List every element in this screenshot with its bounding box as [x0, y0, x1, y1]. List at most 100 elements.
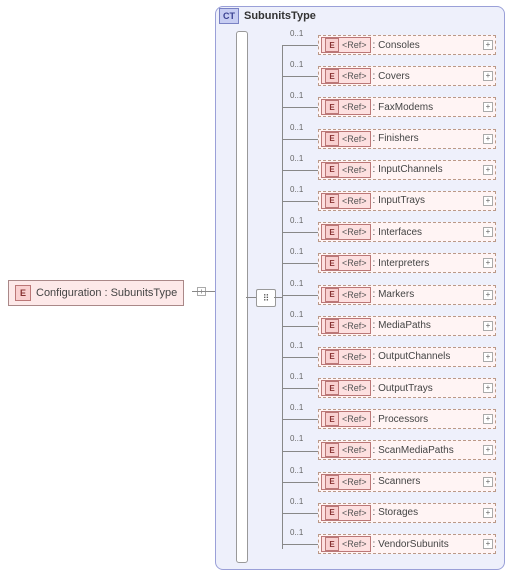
ref-box: E<Ref>	[321, 68, 371, 84]
connector-line	[282, 201, 318, 202]
element-ref-card[interactable]: E<Ref> : Scanners+	[318, 472, 496, 492]
element-ref-card[interactable]: E<Ref> : Covers+	[318, 66, 496, 86]
occurrence-label: 0..1	[290, 154, 303, 163]
expand-icon[interactable]: +	[483, 414, 493, 424]
element-type-name: : Scanners	[373, 476, 421, 487]
children-container: 0..1E<Ref> : Consoles+0..1E<Ref> : Cover…	[312, 29, 502, 559]
element-badge-icon: E	[325, 38, 339, 52]
element-type-name: : Processors	[373, 414, 429, 425]
ref-box: E<Ref>	[321, 505, 371, 521]
ref-box: E<Ref>	[321, 349, 371, 365]
expand-icon[interactable]: +	[483, 40, 493, 50]
connector-line	[246, 297, 256, 298]
element-badge-icon: E	[15, 285, 31, 301]
ref-box: E<Ref>	[321, 99, 371, 115]
element-badge-icon: E	[325, 100, 339, 114]
element-ref-card[interactable]: E<Ref> : Processors+	[318, 409, 496, 429]
element-type-name: : Finishers	[373, 133, 419, 144]
element-ref-card[interactable]: E<Ref> : Consoles+	[318, 35, 496, 55]
occurrence-label: 0..1	[290, 310, 303, 319]
connector-line	[282, 139, 318, 140]
element-ref-card[interactable]: E<Ref> : Finishers +	[318, 129, 496, 149]
ref-label: <Ref>	[342, 477, 367, 487]
ref-box: E<Ref>	[321, 287, 371, 303]
root-element[interactable]: E Configuration : SubunitsType	[8, 280, 184, 306]
expand-icon[interactable]: +	[483, 539, 493, 549]
child-element-row: 0..1E<Ref> : VendorSubunits+	[312, 528, 502, 559]
element-ref-card[interactable]: E<Ref> : Interfaces +	[318, 222, 496, 242]
element-ref-card[interactable]: E<Ref> : InputChannels+	[318, 160, 496, 180]
ref-label: <Ref>	[342, 321, 367, 331]
ref-box: E<Ref>	[321, 193, 371, 209]
element-badge-icon: E	[325, 443, 339, 457]
connector-line	[282, 326, 318, 327]
element-ref-card[interactable]: E<Ref> : OutputChannels +	[318, 347, 496, 367]
expand-icon[interactable]: +	[483, 352, 493, 362]
complex-type-frame: CT SubunitsType ⠿ 0..1E<Ref> : Consoles+…	[215, 6, 505, 570]
expand-icon[interactable]: +	[483, 258, 493, 268]
expand-icon[interactable]: +	[483, 71, 493, 81]
child-element-row: 0..1E<Ref> : OutputChannels+	[312, 341, 502, 372]
ref-box: E<Ref>	[321, 131, 371, 147]
occurrence-label: 0..1	[290, 466, 303, 475]
expand-icon[interactable]: +	[483, 134, 493, 144]
child-element-row: 0..1E<Ref> : InputChannels+	[312, 154, 502, 185]
expand-icon[interactable]: +	[483, 165, 493, 175]
occurrence-label: 0..1	[290, 185, 303, 194]
ref-box: E<Ref>	[321, 318, 371, 334]
ref-label: <Ref>	[342, 445, 367, 455]
ref-label: <Ref>	[342, 414, 367, 424]
connector-line	[282, 295, 318, 296]
element-ref-card[interactable]: E<Ref> : Interpreters +	[318, 253, 496, 273]
sequence-compositor-icon: ⠿	[256, 289, 276, 307]
ref-label: <Ref>	[342, 165, 367, 175]
occurrence-label: 0..1	[290, 403, 303, 412]
ref-label: <Ref>	[342, 258, 367, 268]
occurrence-label: 0..1	[290, 123, 303, 132]
element-type-name: : Interpreters	[373, 258, 430, 269]
expand-icon[interactable]: +	[483, 196, 493, 206]
element-ref-card[interactable]: E<Ref> : VendorSubunits+	[318, 534, 496, 554]
ref-label: <Ref>	[342, 508, 367, 518]
element-badge-icon: E	[325, 225, 339, 239]
ref-label: <Ref>	[342, 383, 367, 393]
expand-icon[interactable]: +	[483, 477, 493, 487]
complex-type-header: CT SubunitsType	[215, 6, 324, 26]
element-type-name: : Markers	[373, 289, 415, 300]
element-badge-icon: E	[325, 350, 339, 364]
element-ref-card[interactable]: E<Ref> : MediaPaths+	[318, 316, 496, 336]
element-ref-card[interactable]: E<Ref> : Storages +	[318, 503, 496, 523]
complex-type-title: SubunitsType	[244, 10, 316, 22]
connector-line	[282, 263, 318, 264]
connector-line	[282, 482, 318, 483]
expand-icon[interactable]: +	[483, 321, 493, 331]
expand-icon[interactable]: +	[483, 102, 493, 112]
expand-icon[interactable]: +	[483, 290, 493, 300]
connector-line	[282, 45, 318, 46]
expand-icon[interactable]: +	[483, 227, 493, 237]
connector-line	[282, 170, 318, 171]
element-type-name: : Interfaces	[373, 227, 422, 238]
expand-icon[interactable]: +	[483, 508, 493, 518]
element-badge-icon: E	[325, 163, 339, 177]
child-element-row: 0..1E<Ref> : FaxModems+	[312, 91, 502, 122]
ref-label: <Ref>	[342, 196, 367, 206]
element-ref-card[interactable]: E<Ref> : Markers +	[318, 285, 496, 305]
element-badge-icon: E	[325, 256, 339, 270]
ref-label: <Ref>	[342, 102, 367, 112]
occurrence-label: 0..1	[290, 216, 303, 225]
ref-box: E<Ref>	[321, 37, 371, 53]
element-type-name: : OutputChannels	[373, 351, 451, 362]
element-ref-card[interactable]: E<Ref> : ScanMediaPaths+	[318, 440, 496, 460]
occurrence-label: 0..1	[290, 497, 303, 506]
occurrence-label: 0..1	[290, 528, 303, 537]
element-ref-card[interactable]: E<Ref> : FaxModems+	[318, 97, 496, 117]
element-ref-card[interactable]: E<Ref> : InputTrays+	[318, 191, 496, 211]
ref-box: E<Ref>	[321, 224, 371, 240]
root-element-label: Configuration : SubunitsType	[36, 287, 177, 299]
element-type-name: : Storages	[373, 507, 419, 518]
expand-icon[interactable]: +	[483, 383, 493, 393]
element-ref-card[interactable]: E<Ref> : OutputTrays+	[318, 378, 496, 398]
ref-label: <Ref>	[342, 40, 367, 50]
expand-icon[interactable]: +	[483, 445, 493, 455]
